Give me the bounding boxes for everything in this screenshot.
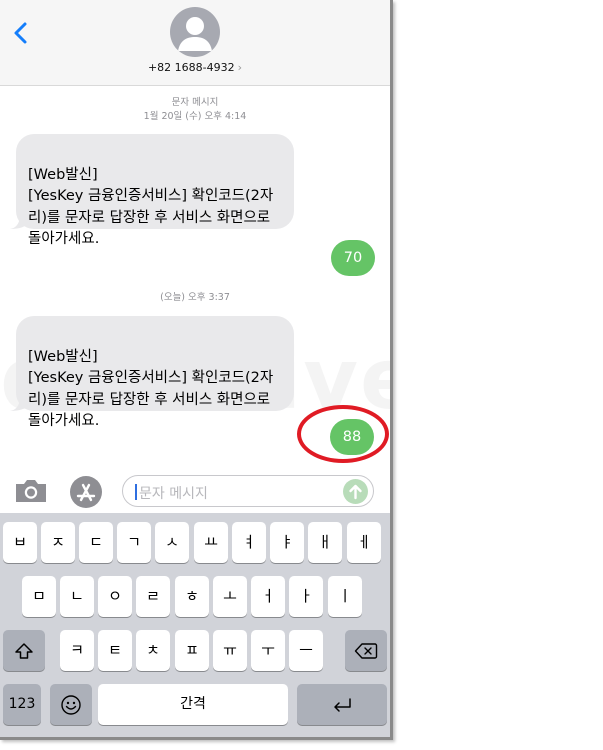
contact-number: +82 1688-4932 — [147, 61, 235, 74]
camera-button[interactable] — [13, 477, 49, 505]
key[interactable]: ㅏ — [289, 576, 323, 617]
emoji-key[interactable] — [50, 684, 92, 725]
key[interactable]: ㅁ — [22, 576, 56, 617]
key[interactable]: ㅕ — [232, 522, 266, 563]
incoming-message[interactable]: [Web발신] [YesKey 금융인증서비스] 확인코드(2자리)를 문자로 … — [10, 316, 294, 429]
chevron-right-icon: › — [237, 61, 243, 74]
outgoing-message[interactable]: 70 — [331, 240, 375, 276]
phone-screen: +82 1688-4932 › 문자 메시지 1월 20일 (수) 오후 4:14… — [0, 0, 393, 740]
key[interactable]: ㅐ — [308, 522, 342, 563]
key[interactable]: ㅇ — [98, 576, 132, 617]
message-placeholder: 문자 메시지 — [139, 486, 208, 502]
key[interactable]: ㅂ — [3, 522, 37, 563]
key[interactable]: ㅌ — [98, 630, 132, 671]
contact-info[interactable]: +82 1688-4932 › — [0, 61, 390, 74]
key[interactable]: ㅣ — [328, 576, 362, 617]
app-store-icon — [70, 476, 102, 508]
key[interactable]: ㅠ — [213, 630, 247, 671]
key[interactable]: ㅋ — [60, 630, 94, 671]
camera-icon — [16, 480, 46, 502]
key[interactable]: ㅑ — [270, 522, 304, 563]
key[interactable]: ㅓ — [251, 576, 285, 617]
arrow-up-icon — [349, 484, 362, 500]
numbers-key[interactable]: 123 — [3, 684, 41, 725]
shift-key[interactable] — [3, 630, 45, 671]
bubble-tail — [10, 399, 26, 411]
highlight-circle — [297, 405, 389, 463]
key[interactable]: ㄴ — [60, 576, 94, 617]
compose-bar: 문자 메시지 — [0, 470, 390, 512]
key[interactable]: ㅈ — [41, 522, 75, 563]
key[interactable]: ㄷ — [79, 522, 113, 563]
key[interactable]: ㅅ — [155, 522, 189, 563]
key[interactable]: ㅛ — [194, 522, 228, 563]
timestamp: (오늘) 오후 3:37 — [160, 292, 230, 303]
app-store-button[interactable] — [68, 475, 104, 509]
back-button[interactable] — [10, 18, 34, 48]
service-label: 문자 메시지 — [171, 97, 219, 108]
key[interactable]: ㅗ — [213, 576, 247, 617]
return-key[interactable] — [297, 684, 387, 725]
key[interactable]: ㅎ — [175, 576, 209, 617]
timestamp: 1월 20일 (수) 오후 4:14 — [143, 111, 247, 122]
chevron-left-icon — [14, 22, 27, 44]
shift-icon — [15, 642, 33, 659]
backspace-icon — [354, 642, 378, 659]
key[interactable]: ㅔ — [347, 522, 381, 563]
key[interactable]: ㅜ — [251, 630, 285, 671]
emoji-icon — [61, 694, 81, 715]
key[interactable]: ㅍ — [175, 630, 209, 671]
bubble-tail — [10, 217, 26, 229]
space-key[interactable]: 간격 — [98, 684, 288, 725]
message-input[interactable]: 문자 메시지 — [122, 475, 374, 507]
key[interactable]: ㅡ — [289, 630, 323, 671]
key[interactable]: ㄹ — [136, 576, 170, 617]
return-icon — [334, 697, 351, 712]
conversation-header: +82 1688-4932 › — [0, 0, 390, 86]
key[interactable]: ㅊ — [136, 630, 170, 671]
text-caret — [135, 484, 137, 500]
message-text: [Web발신] [YesKey 금융인증서비스] 확인코드(2자리)를 문자로 … — [28, 166, 274, 248]
incoming-message[interactable]: [Web발신] [YesKey 금융인증서비스] 확인코드(2자리)를 문자로 … — [10, 134, 294, 247]
delete-key[interactable] — [345, 630, 387, 671]
send-button[interactable] — [343, 479, 368, 504]
key[interactable]: ㄱ — [117, 522, 151, 563]
avatar[interactable] — [170, 7, 220, 57]
korean-keyboard: ㅂ ㅈ ㄷ ㄱ ㅅ ㅛ ㅕ ㅑ ㅐ ㅔ ㅁ ㄴ ㅇ ㄹ ㅎ ㅗ ㅓ ㅏ ㅣ ㅋ … — [0, 513, 390, 737]
person-icon — [178, 17, 212, 51]
